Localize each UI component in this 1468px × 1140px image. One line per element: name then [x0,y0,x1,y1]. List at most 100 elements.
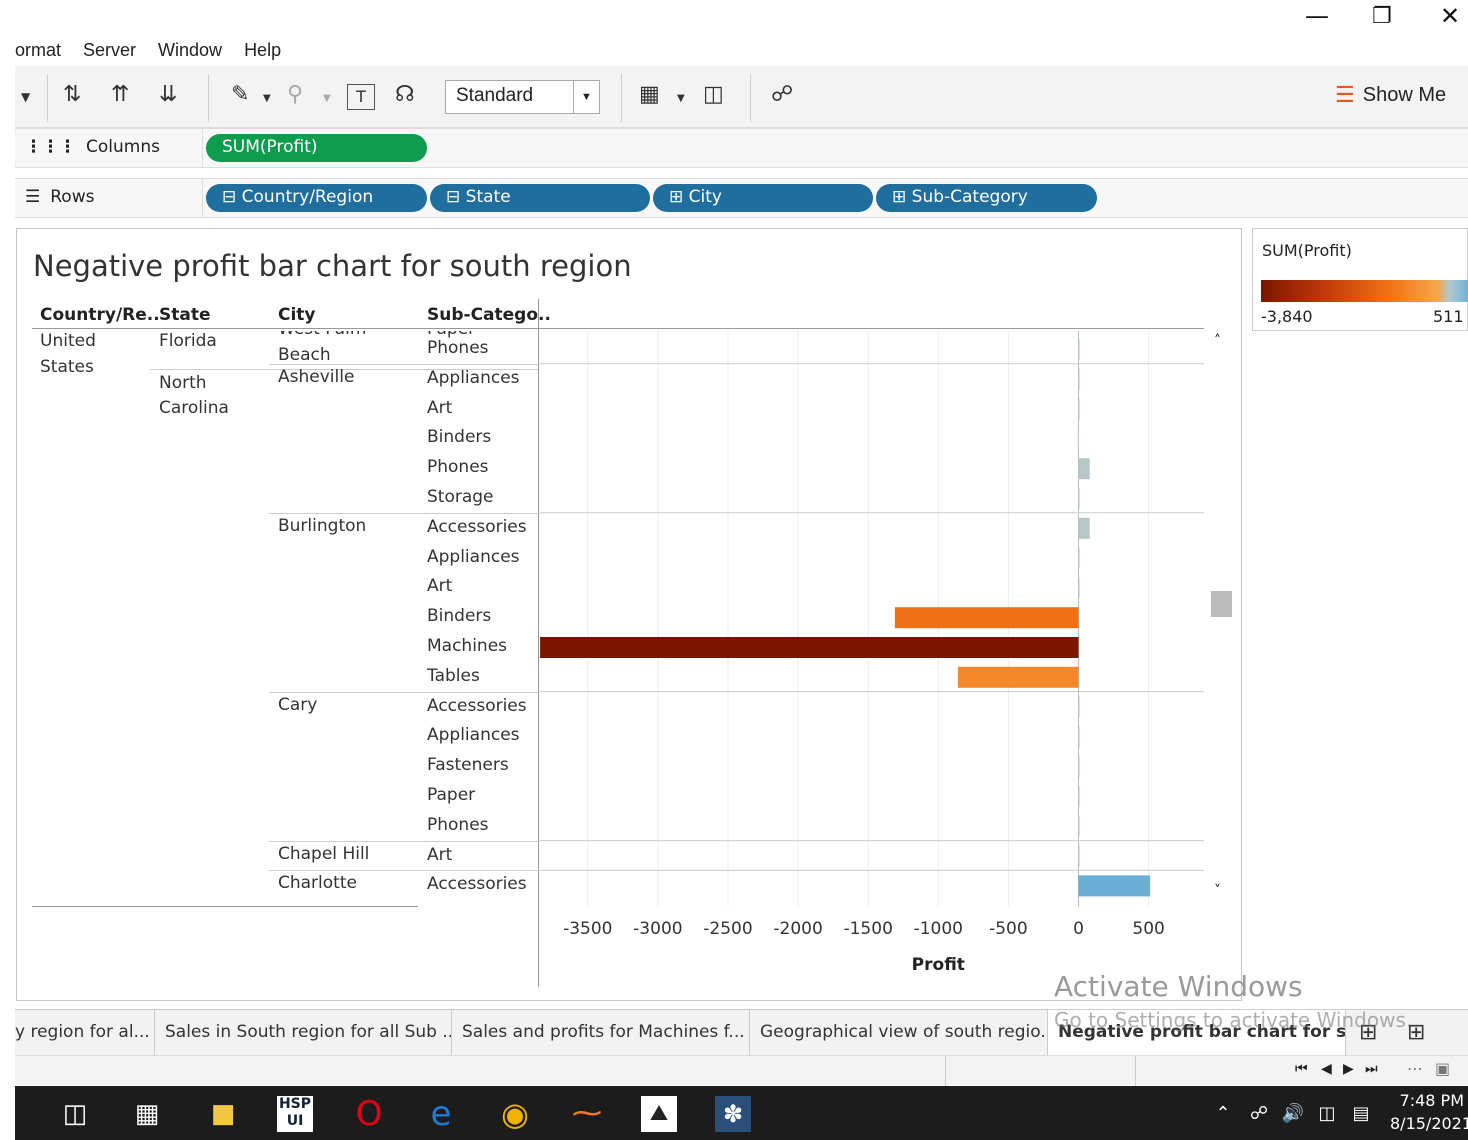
pill-sum-profit[interactable]: SUM(Profit) [206,134,427,162]
vertical-scrollbar[interactable]: ˄ ˅ [1210,331,1232,907]
text-label-icon[interactable]: T [347,84,375,110]
sheet-sorter-icon[interactable]: ⋯ [1407,1059,1423,1078]
sub-category-label[interactable]: Art [427,576,452,596]
bar[interactable] [1078,339,1080,360]
expand-icon[interactable]: ⊞ [892,187,906,207]
bar[interactable] [1078,756,1080,778]
bar[interactable] [1078,517,1090,539]
collapse-icon[interactable]: ⊟ [446,187,460,207]
swap-rows-columns-icon[interactable]: ⇅ [63,82,81,107]
collapse-icon[interactable]: ⊟ [222,187,236,207]
bar[interactable] [540,637,1079,658]
bar[interactable] [1078,398,1080,420]
header-state[interactable]: State [159,305,211,325]
dropdown-arrow-icon[interactable]: ▼ [21,90,30,104]
tableau-icon[interactable]: ✽ [715,1096,751,1132]
sub-category-label[interactable]: Art [427,398,452,418]
bar[interactable] [1077,428,1079,450]
filmstrip-icon[interactable]: ▣ [1435,1059,1450,1078]
menu-window[interactable]: Window [158,40,222,66]
pill-sub-category[interactable]: ⊞ Sub-Category [876,184,1097,212]
presentation-icon[interactable]: ◫ [703,82,724,107]
bar[interactable] [1078,696,1080,718]
city-label[interactable]: Asheville [278,367,354,387]
next-sheet-icon[interactable]: ▶ [1343,1061,1354,1077]
dropdown-arrow-icon[interactable]: ▼ [677,93,685,104]
state-label[interactable]: North [159,373,207,393]
state-label[interactable]: Florida [159,331,217,351]
task-view-icon[interactable]: ◫ [57,1096,93,1132]
bar[interactable] [1078,875,1151,897]
first-sheet-icon[interactable]: ⏮ [1295,1061,1308,1077]
view-mode-select[interactable]: Standard ▼ [445,80,600,114]
restore-icon[interactable]: ❐ [1372,4,1392,29]
sub-category-label[interactable]: Phones [427,815,489,835]
sub-category-label[interactable]: Appliances [427,725,520,745]
chrome-icon[interactable]: ◉ [497,1096,533,1132]
system-clock[interactable]: 7:48 PM 8/15/2021 [1390,1091,1468,1133]
bar[interactable] [1078,577,1080,599]
sheet-tab[interactable]: Sales and profits for Machines f... [452,1010,750,1056]
dropdown-arrow-icon[interactable]: ▼ [263,93,271,104]
sub-category-label[interactable]: Art [427,845,452,865]
scroll-thumb[interactable] [1211,591,1232,617]
prev-sheet-icon[interactable]: ◀ [1321,1061,1332,1077]
chevron-down-icon[interactable]: ▼ [573,81,599,113]
bar[interactable] [1078,488,1080,509]
bar[interactable] [1078,726,1080,748]
sub-category-label[interactable]: Fasteners [427,755,509,775]
city-label[interactable]: Cary [278,695,317,715]
store-icon[interactable]: ▦ [129,1096,165,1132]
share-icon[interactable]: ☍ [771,82,793,107]
hsp-app-icon[interactable]: HSP UI [277,1096,313,1132]
volume-icon[interactable]: 🔊 [1275,1096,1311,1132]
scroll-down-icon[interactable]: ˅ [1214,883,1221,899]
menu-server[interactable]: Server [83,40,136,66]
header-city[interactable]: City [278,305,316,325]
header-country[interactable]: Country/Re.. [40,305,160,325]
country-label[interactable]: United [40,331,96,351]
sort-descending-icon[interactable]: ⇊ [159,82,177,107]
dropdown-arrow-icon[interactable]: ▼ [323,93,331,104]
sub-category-label[interactable]: Appliances [427,368,520,388]
menu-format[interactable]: ormat [15,40,61,66]
last-sheet-icon[interactable]: ⏭ [1365,1061,1378,1077]
header-sub-category[interactable]: Sub-Catego.. [427,305,551,325]
sub-category-label[interactable]: Accessories [427,517,527,537]
minimize-icon[interactable]: — [1305,2,1329,30]
sub-category-label[interactable]: Binders [427,427,491,447]
city-label[interactable]: Burlington [278,516,366,536]
sub-category-label[interactable]: Tables [427,666,480,686]
sub-category-label[interactable]: Storage [427,487,494,507]
sub-category-label[interactable]: Accessories [427,696,527,716]
bar[interactable] [1078,845,1080,867]
jupyter-icon[interactable]: ⁓ [569,1096,605,1132]
edge-icon[interactable]: e [423,1096,459,1132]
city-label[interactable]: Beach [278,345,331,365]
display-icon[interactable]: ◫ [1309,1096,1345,1132]
sheet-tab[interactable]: y region for al... [15,1010,155,1056]
pill-country-region[interactable]: ⊟ Country/Region [206,184,427,212]
bar[interactable] [1078,815,1080,837]
state-label[interactable]: Carolina [159,398,229,418]
bar[interactable] [1078,786,1080,807]
city-label[interactable]: Chapel Hill [278,844,369,864]
sub-category-label[interactable]: Phones [427,338,489,358]
photos-icon[interactable]: ⛰ [641,1096,677,1132]
pill-city[interactable]: ⊞ City [653,184,873,212]
pill-state[interactable]: ⊟ State [430,184,650,212]
city-label[interactable]: Charlotte [278,873,357,893]
sheet-tab[interactable]: Sales in South region for all Sub ... [155,1010,452,1056]
opera-icon[interactable]: O [351,1096,387,1132]
expand-icon[interactable]: ⊞ [669,187,683,207]
notification-icon[interactable]: ▤ [1343,1096,1379,1132]
close-icon[interactable]: ✕ [1440,2,1460,30]
sort-ascending-icon[interactable]: ⇈ [111,82,129,107]
sub-category-label[interactable]: Paper [427,785,475,805]
file-explorer-icon[interactable]: ■ [205,1096,241,1132]
show-cards-icon[interactable]: ▦ [639,82,660,107]
bar[interactable] [1078,458,1090,480]
network-icon[interactable]: ☍ [1241,1096,1277,1132]
pin-icon[interactable]: ☊ [395,82,415,107]
city-label[interactable]: West Palm [278,331,366,339]
